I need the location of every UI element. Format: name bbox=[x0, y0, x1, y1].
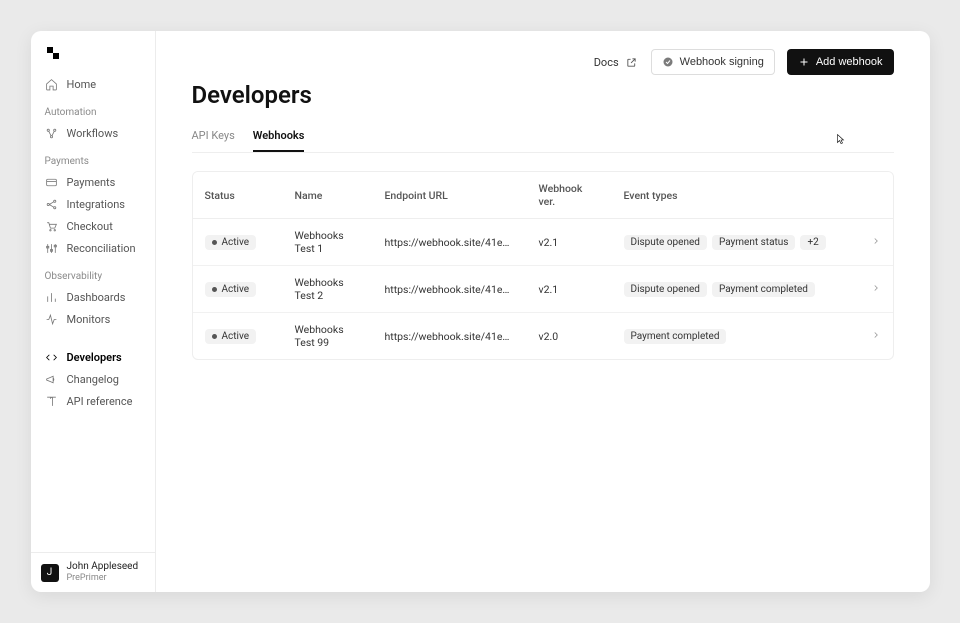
sidebar: Home Automation Workflows Payments Payme… bbox=[31, 31, 156, 592]
endpoint-url: https://webhook.site/41e17ea4-a... bbox=[385, 236, 515, 249]
app-frame: Home Automation Workflows Payments Payme… bbox=[31, 31, 930, 592]
sidebar-item-label: Integrations bbox=[67, 198, 125, 211]
logo-wrap bbox=[31, 31, 155, 73]
tab-api-keys[interactable]: API Keys bbox=[192, 123, 235, 152]
sidebar-item-reconciliation[interactable]: Reconciliation bbox=[43, 237, 147, 259]
nav: Home Automation Workflows Payments Payme… bbox=[31, 73, 155, 552]
integration-icon bbox=[45, 197, 59, 211]
webhook-signing-button[interactable]: Webhook signing bbox=[651, 49, 775, 75]
sidebar-item-payments[interactable]: Payments bbox=[43, 171, 147, 193]
webhook-name: Webhooks Test 2 bbox=[283, 266, 373, 313]
chevron-right-icon bbox=[871, 283, 881, 293]
sidebar-item-changelog[interactable]: Changelog bbox=[43, 368, 147, 390]
page-title: Developers bbox=[192, 81, 894, 109]
user-org: PrePrimer bbox=[67, 573, 139, 584]
endpoint-url: https://webhook.site/41e17ea4-a... bbox=[385, 330, 515, 343]
brand-logo[interactable] bbox=[45, 47, 59, 61]
sidebar-section-observability: Observability bbox=[45, 271, 147, 282]
sidebar-item-dashboards[interactable]: Dashboards bbox=[43, 286, 147, 308]
add-webhook-label: Add webhook bbox=[816, 56, 883, 68]
status-badge: Active bbox=[205, 329, 257, 344]
table-row[interactable]: Active Webhooks Test 99 https://webhook.si… bbox=[193, 313, 893, 360]
sidebar-section-automation: Automation bbox=[45, 107, 147, 118]
col-endpoint: Endpoint URL bbox=[373, 172, 527, 219]
sidebar-item-developers[interactable]: Developers bbox=[43, 346, 147, 368]
sliders-icon bbox=[45, 241, 59, 255]
sidebar-section-payments: Payments bbox=[45, 156, 147, 167]
sidebar-item-label: Home bbox=[67, 78, 97, 91]
megaphone-icon bbox=[45, 372, 59, 386]
webhook-signing-label: Webhook signing bbox=[680, 56, 764, 68]
main: Docs Webhook signing Add webhook Develop… bbox=[156, 31, 930, 592]
event-chip-extra: +2 bbox=[800, 235, 825, 250]
col-events: Event types bbox=[612, 172, 859, 219]
webhook-version: v2.1 bbox=[527, 266, 612, 313]
col-name: Name bbox=[283, 172, 373, 219]
activity-icon bbox=[45, 312, 59, 326]
event-chip: Payment completed bbox=[712, 282, 815, 297]
chevron-right-icon bbox=[871, 236, 881, 246]
col-version: Webhook ver. bbox=[527, 172, 612, 219]
plus-icon bbox=[798, 56, 810, 68]
sidebar-item-api-reference[interactable]: API reference bbox=[43, 390, 147, 412]
col-status: Status bbox=[193, 172, 283, 219]
sidebar-item-label: Checkout bbox=[67, 220, 113, 233]
docs-link[interactable]: Docs bbox=[594, 55, 639, 69]
code-icon bbox=[45, 350, 59, 364]
webhook-name: Webhooks Test 1 bbox=[283, 219, 373, 266]
bars-icon bbox=[45, 290, 59, 304]
sidebar-item-integrations[interactable]: Integrations bbox=[43, 193, 147, 215]
tabs: API Keys Webhooks bbox=[192, 123, 894, 153]
tab-webhooks[interactable]: Webhooks bbox=[253, 123, 305, 152]
event-chip: Dispute opened bbox=[624, 282, 707, 297]
sidebar-item-label: Payments bbox=[67, 176, 116, 189]
sidebar-item-checkout[interactable]: Checkout bbox=[43, 215, 147, 237]
sidebar-item-label: API reference bbox=[67, 395, 133, 408]
row-expand[interactable] bbox=[859, 266, 893, 313]
webhook-version: v2.0 bbox=[527, 313, 612, 360]
sidebar-item-workflows[interactable]: Workflows bbox=[43, 122, 147, 144]
status-badge: Active bbox=[205, 235, 257, 250]
sidebar-item-label: Reconciliation bbox=[67, 242, 136, 255]
webhooks-table: Status Name Endpoint URL Webhook ver. Ev… bbox=[192, 171, 894, 360]
endpoint-url: https://webhook.site/41e17ea4-a... bbox=[385, 283, 515, 296]
home-icon bbox=[45, 77, 59, 91]
cart-icon bbox=[45, 219, 59, 233]
sidebar-item-label: Workflows bbox=[67, 127, 119, 140]
card-icon bbox=[45, 175, 59, 189]
row-expand[interactable] bbox=[859, 219, 893, 266]
sidebar-item-monitors[interactable]: Monitors bbox=[43, 308, 147, 330]
table-row[interactable]: Active Webhooks Test 1 https://webhook.sit… bbox=[193, 219, 893, 266]
workflow-icon bbox=[45, 126, 59, 140]
sidebar-item-label: Dashboards bbox=[67, 291, 126, 304]
webhook-version: v2.1 bbox=[527, 219, 612, 266]
event-chip: Payment completed bbox=[624, 329, 727, 344]
table-row[interactable]: Active Webhooks Test 2 https://webhook.sit… bbox=[193, 266, 893, 313]
avatar: J bbox=[41, 564, 59, 582]
row-expand[interactable] bbox=[859, 313, 893, 360]
status-badge: Active bbox=[205, 282, 257, 297]
chevron-right-icon bbox=[871, 330, 881, 340]
sidebar-item-home[interactable]: Home bbox=[43, 73, 147, 95]
webhook-name: Webhooks Test 99 bbox=[283, 313, 373, 360]
sidebar-item-label: Changelog bbox=[67, 373, 119, 386]
docs-label: Docs bbox=[594, 56, 619, 69]
topbar: Docs Webhook signing Add webhook bbox=[192, 49, 894, 75]
check-circle-icon bbox=[662, 56, 674, 68]
event-chip: Dispute opened bbox=[624, 235, 707, 250]
event-chip: Payment status bbox=[712, 235, 796, 250]
sidebar-item-label: Monitors bbox=[67, 313, 111, 326]
user-name: John Appleseed bbox=[67, 561, 139, 573]
external-link-icon bbox=[625, 55, 639, 69]
book-icon bbox=[45, 394, 59, 408]
user-box[interactable]: J John Appleseed PrePrimer bbox=[31, 552, 155, 592]
status-text: Active bbox=[222, 331, 250, 342]
status-text: Active bbox=[222, 284, 250, 295]
sidebar-item-label: Developers bbox=[67, 351, 122, 364]
status-text: Active bbox=[222, 237, 250, 248]
add-webhook-button[interactable]: Add webhook bbox=[787, 49, 894, 75]
